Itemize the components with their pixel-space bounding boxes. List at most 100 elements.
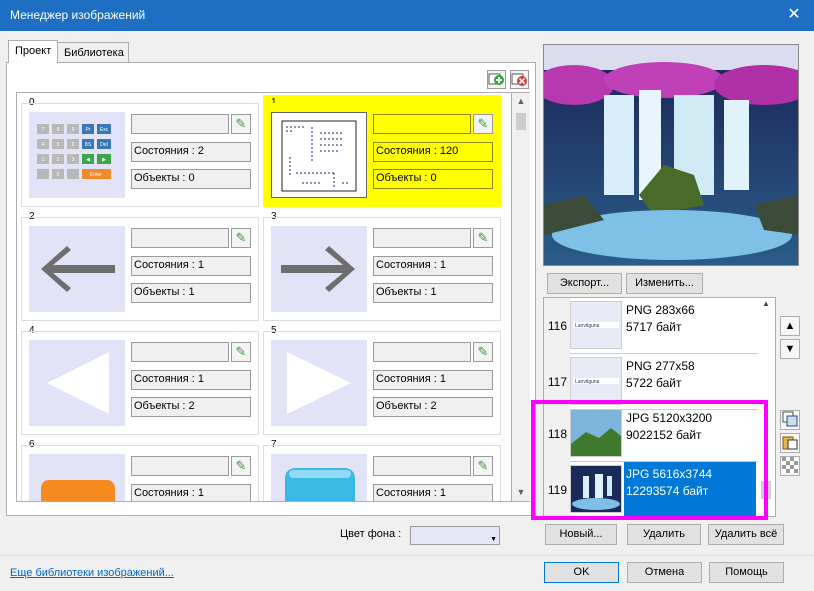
triangle-left-thumbnail: [29, 340, 125, 426]
tab-project[interactable]: Проект: [8, 40, 58, 63]
window-title: Менеджер изображений: [10, 8, 146, 22]
name-field[interactable]: [131, 114, 229, 134]
keypad-thumbnail: 7 8 9 Pr Esc 4 5 6 BS Del 1 2 3 ◀ ▶ 0 En…: [29, 112, 125, 198]
svg-text:0: 0: [57, 172, 60, 178]
scroll-thumb[interactable]: [516, 113, 526, 130]
item-info: PNG 283x66 5717 байт: [626, 302, 695, 336]
scroll-up-icon[interactable]: ▲: [762, 299, 770, 308]
edit-pencil-icon[interactable]: ✎: [473, 342, 493, 362]
item-size: 5717 байт: [626, 320, 682, 334]
add-image-button[interactable]: [487, 70, 506, 89]
image-cell-2[interactable]: 2 ✎ Состояния : 1 Объекты : 1: [21, 209, 259, 321]
delete-button[interactable]: Удалить: [627, 524, 701, 545]
sheet-thumbnail: [271, 112, 367, 198]
triangle-down-icon: ▼: [784, 343, 796, 355]
name-field[interactable]: [373, 456, 471, 476]
name-field[interactable]: [373, 114, 471, 134]
edit-pencil-icon[interactable]: ✎: [231, 228, 251, 248]
edit-pencil-icon[interactable]: ✎: [473, 456, 493, 476]
svg-text:8: 8: [57, 127, 60, 133]
svg-text:2: 2: [57, 157, 60, 163]
move-up-button[interactable]: ▲: [780, 316, 800, 336]
states-count: Состояния : 1: [131, 370, 251, 390]
edit-pencil-icon[interactable]: ✎: [473, 228, 493, 248]
image-cell-3[interactable]: 3 ✎ Состояния : 1 Объекты : 1: [263, 209, 501, 321]
objects-count: Объекты : 0: [131, 169, 251, 189]
name-field[interactable]: [131, 342, 229, 362]
svg-text:Del: Del: [100, 142, 108, 148]
name-field[interactable]: [373, 342, 471, 362]
item-info: JPG 5616x3744 12293574 байт: [624, 462, 756, 516]
bg-color-label: Цвет фона :: [340, 528, 402, 540]
item-number: 119: [544, 462, 570, 516]
svg-text:1: 1: [42, 157, 45, 163]
add-icon: [488, 73, 504, 85]
states-count: Состояния : 1: [373, 370, 493, 390]
triangle-right-image: [287, 352, 351, 414]
arrow-right-image: [281, 246, 355, 292]
ok-button[interactable]: OK: [544, 562, 619, 583]
objects-count: Объекты : 1: [373, 283, 493, 303]
item-format: JPG 5616x3744: [626, 467, 713, 481]
states-count: Состояния : 1: [373, 256, 493, 276]
svg-text:Pr: Pr: [86, 127, 91, 133]
grid-scrollbar[interactable]: ▲ ▼: [512, 92, 530, 502]
name-field[interactable]: [131, 456, 229, 476]
arrow-left-image: [41, 246, 115, 292]
edit-pencil-icon[interactable]: ✎: [231, 114, 251, 134]
help-button[interactable]: Помощь: [709, 562, 784, 583]
list-item-selected[interactable]: 119 JPG 5616x3744 12293574 байт: [544, 462, 758, 516]
item-info: PNG 277x58 5722 байт: [626, 358, 695, 392]
paste-button[interactable]: [780, 433, 800, 453]
item-thumbnail: Lanvtiguna: [570, 357, 622, 405]
list-item[interactable]: 117 Lanvtiguna PNG 277x58 5722 байт: [544, 354, 758, 410]
export-button[interactable]: Экспорт...: [547, 273, 622, 294]
library-scrollbar[interactable]: ▲ ▼: [757, 297, 775, 517]
svg-text:▶: ▶: [102, 157, 106, 163]
svg-text:4: 4: [42, 142, 45, 148]
arrow-right-thumbnail: [271, 226, 367, 312]
image-cell-0[interactable]: 0 7 8 9 Pr Esc 4 5 6 BS Del 1 2 3 ◀ ▶ 0 …: [21, 95, 259, 207]
scroll-down-icon[interactable]: ▼: [512, 484, 530, 501]
list-item[interactable]: 116 Lanvtiguna PNG 283x66 5717 байт: [544, 298, 758, 354]
image-cell-6[interactable]: 6 ✎ Состояния : 1: [21, 437, 259, 501]
cancel-button[interactable]: Отмена: [627, 562, 702, 583]
name-field[interactable]: [131, 228, 229, 248]
edit-button[interactable]: Изменить...: [626, 273, 703, 294]
orange-button-thumbnail: [29, 454, 125, 501]
image-cell-5[interactable]: 5 ✎ Состояния : 1 Объекты : 2: [263, 323, 501, 435]
item-number: 118: [544, 406, 570, 462]
svg-text:Esc: Esc: [100, 127, 109, 133]
states-count: Состояния : 1: [131, 256, 251, 276]
new-button[interactable]: Новый...: [545, 524, 617, 545]
scroll-up-icon[interactable]: ▲: [512, 93, 530, 110]
scroll-down-icon[interactable]: ▼: [762, 506, 770, 515]
copy-button[interactable]: [780, 410, 800, 430]
list-item[interactable]: 118 JPG 5120x3200 9022152 байт: [544, 406, 758, 462]
states-count: Состояния : 1: [373, 484, 493, 501]
image-cell-1[interactable]: 1 ✎ Состояния : 120 Объекты : 0: [263, 95, 501, 207]
edit-pencil-icon[interactable]: ✎: [473, 114, 493, 134]
edit-pencil-icon[interactable]: ✎: [231, 456, 251, 476]
name-field[interactable]: [373, 228, 471, 248]
item-thumbnail: [570, 465, 622, 513]
states-count: Состояния : 1: [131, 484, 251, 501]
delete-all-button[interactable]: Удалить всё: [708, 524, 784, 545]
objects-count: Объекты : 2: [373, 397, 493, 417]
copy-icon: [782, 411, 798, 427]
bg-color-picker[interactable]: ▼: [410, 526, 500, 545]
svg-text:Lanvtiguna: Lanvtiguna: [575, 379, 600, 385]
delete-image-button[interactable]: [510, 70, 529, 89]
scroll-thumb[interactable]: [761, 481, 771, 499]
edit-pencil-icon[interactable]: ✎: [231, 342, 251, 362]
image-cell-4[interactable]: 4 ✎ Состояния : 1 Объекты : 2: [21, 323, 259, 435]
divider: [0, 555, 814, 556]
more-libraries-link[interactable]: Еще библиотеки изображений...: [10, 567, 174, 579]
item-format: JPG 5120x3200: [626, 411, 713, 425]
close-icon[interactable]: ✕: [774, 0, 814, 31]
tab-library[interactable]: Библиотека: [57, 42, 129, 63]
move-down-button[interactable]: ▼: [780, 339, 800, 359]
objects-count: Объекты : 0: [373, 169, 493, 189]
transparency-button[interactable]: [780, 456, 800, 476]
image-cell-7[interactable]: 7 ✎ Состояния : 1: [263, 437, 501, 501]
